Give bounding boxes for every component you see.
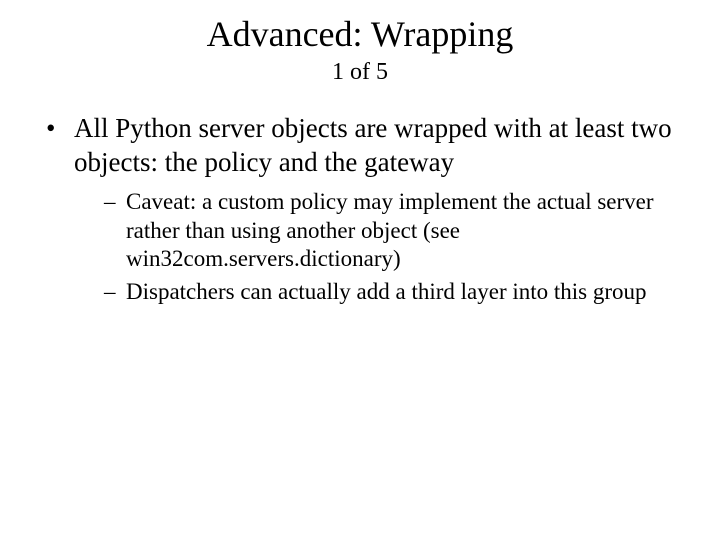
slide-body: All Python server objects are wrapped wi… bbox=[40, 112, 680, 307]
sub-bullet-item: Dispatchers can actually add a third lay… bbox=[104, 278, 680, 307]
bullet-item: All Python server objects are wrapped wi… bbox=[40, 112, 680, 307]
slide: Advanced: Wrapping 1 of 5 All Python ser… bbox=[0, 0, 720, 540]
slide-subtitle: 1 of 5 bbox=[40, 59, 680, 86]
sub-bullet-item: Caveat: a custom policy may implement th… bbox=[104, 188, 680, 274]
sub-bullet-list: Caveat: a custom policy may implement th… bbox=[74, 188, 680, 307]
slide-title: Advanced: Wrapping bbox=[40, 14, 680, 55]
bullet-list: All Python server objects are wrapped wi… bbox=[40, 112, 680, 307]
bullet-text: All Python server objects are wrapped wi… bbox=[74, 113, 672, 177]
